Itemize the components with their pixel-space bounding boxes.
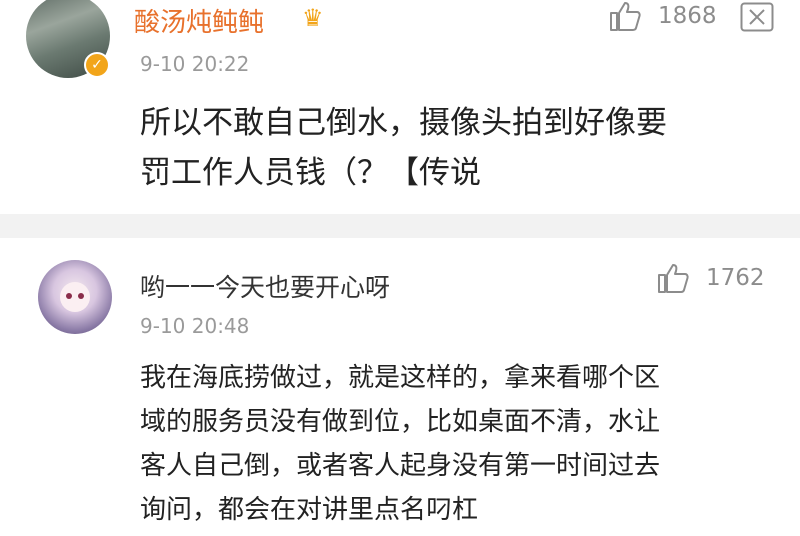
comment-line: 罚工作人员钱（？【传说 [140,155,481,191]
thumbs-up-icon [658,264,689,293]
username[interactable]: 哟一一今天也要开心呀 [140,268,390,304]
more-menu-icon[interactable] [740,2,774,32]
comment-item: 哟一一今天也要开心呀 9-10 20:48 1762 我在海底捞做过，就是这样的… [0,238,800,536]
comment-line: 客人自己倒，或者客人起身没有第一时间过去 [140,451,661,481]
comment-line: 询问，都会在对讲里点名叼杠 [140,495,479,525]
crown-icon: ♛ [302,4,324,32]
like-count: 1868 [658,3,717,29]
like-button[interactable]: 1868 [608,0,717,32]
comment-line: 所以不敢自己倒水，摄像头拍到好像要 [140,105,667,141]
avatar-eye [78,293,84,299]
comment-line: 域的服务员没有做到位，比如桌面不清，水让 [140,407,661,437]
verified-badge-icon: ✓ [84,52,110,78]
avatar[interactable] [38,260,112,334]
like-count: 1762 [706,265,765,291]
comment-line: 我在海底捞做过，就是这样的，拿来看哪个区 [140,363,661,393]
avatar-eye [66,293,72,299]
avatar-face [60,282,90,312]
username[interactable]: 酸汤炖鲀鲀 [134,2,264,39]
comment-time: 9-10 20:48 [140,314,250,338]
comment-divider [0,214,800,238]
like-button[interactable]: 1762 [656,262,765,294]
comment-item: ✓ 酸汤炖鲀鲀 ♛ 9-10 20:22 1868 所以不敢自己倒水，摄像头拍到… [0,0,800,214]
comment-time: 9-10 20:22 [140,52,250,76]
comment-content: 我在海底捞做过，就是这样的，拿来看哪个区 域的服务员没有做到位，比如桌面不清，水… [140,356,770,532]
comment-content: 所以不敢自己倒水，摄像头拍到好像要 罚工作人员钱（？【传说 [140,98,780,198]
thumbs-up-icon [610,2,641,31]
